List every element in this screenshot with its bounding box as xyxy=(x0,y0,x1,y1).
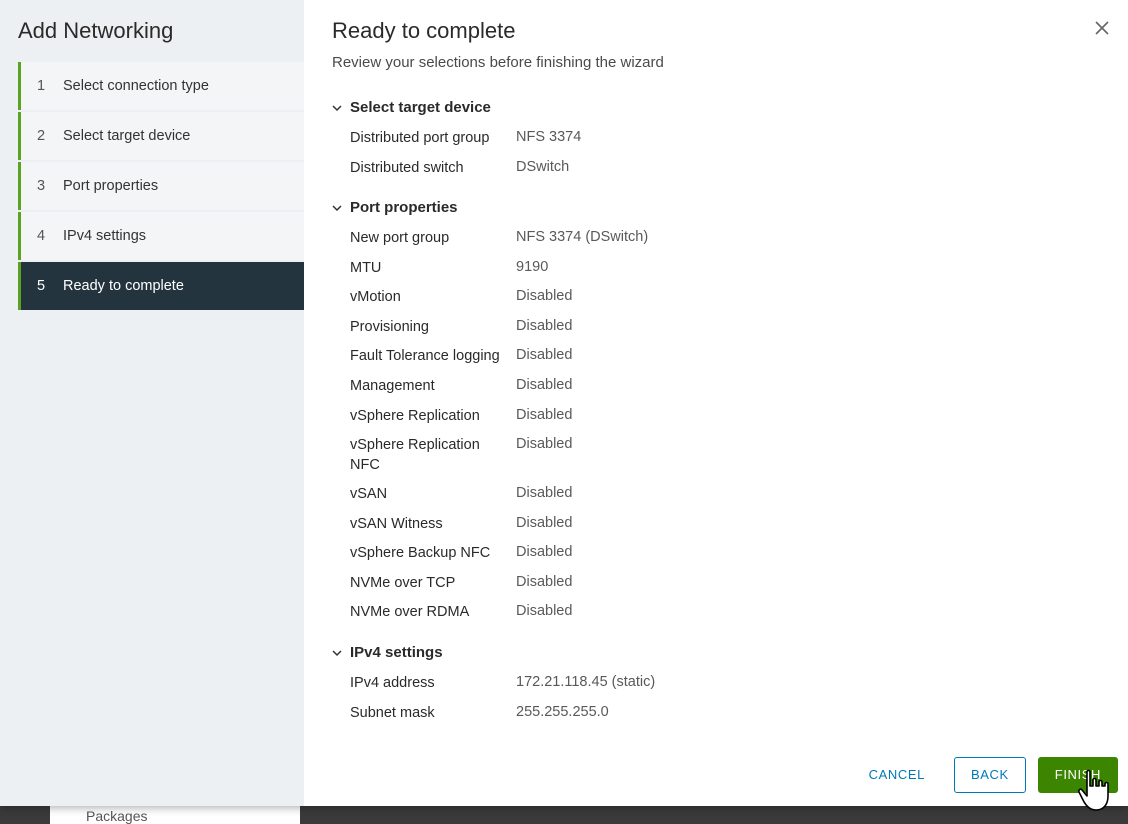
row-value: 255.255.255.0 xyxy=(516,704,609,720)
chevron-down-icon xyxy=(332,103,342,113)
section-title: Select target device xyxy=(350,99,491,116)
row-value: 9190 xyxy=(516,259,548,275)
cancel-button[interactable]: CANCEL xyxy=(852,757,942,793)
row-value: Disabled xyxy=(516,347,572,363)
page-subtitle: Review your selections before finishing … xyxy=(332,54,1100,71)
summary-row: vSphere ReplicationDisabled xyxy=(332,402,1100,432)
row-label: vSphere Replication xyxy=(350,407,516,427)
row-value: NFS 3374 (DSwitch) xyxy=(516,229,648,245)
row-label: vSAN Witness xyxy=(350,515,516,535)
row-value: Disabled xyxy=(516,515,572,531)
back-button[interactable]: BACK xyxy=(954,757,1026,793)
row-label: Distributed switch xyxy=(350,159,516,179)
summary-row: Fault Tolerance loggingDisabled xyxy=(332,342,1100,372)
summary-row: Subnet mask255.255.255.0 xyxy=(332,699,1100,729)
step-ready-complete[interactable]: 5 Ready to complete xyxy=(18,262,304,310)
summary-row: vSANDisabled xyxy=(332,480,1100,510)
step-label: Select target device xyxy=(63,128,190,144)
section-title: IPv4 settings xyxy=(350,644,443,661)
section-title: Port properties xyxy=(350,199,458,216)
summary-row: MTU9190 xyxy=(332,254,1100,284)
row-label: vSphere Backup NFC xyxy=(350,544,516,564)
wizard-steps: 1 Select connection type 2 Select target… xyxy=(0,62,304,310)
step-label: Select connection type xyxy=(63,78,209,94)
backdrop-packages-label: Packages xyxy=(86,808,147,824)
chevron-down-icon xyxy=(332,203,342,213)
row-label: Management xyxy=(350,377,516,397)
row-label: NVMe over RDMA xyxy=(350,603,516,623)
row-value: Disabled xyxy=(516,603,572,619)
step-label: Ready to complete xyxy=(63,278,184,294)
summary-row: vSAN WitnessDisabled xyxy=(332,510,1100,540)
step-ipv4-settings[interactable]: 4 IPv4 settings xyxy=(18,212,304,260)
main-header: Ready to complete Review your selections… xyxy=(304,18,1128,83)
wizard-main: Ready to complete Review your selections… xyxy=(304,0,1128,806)
page-title: Ready to complete xyxy=(332,18,1100,44)
row-value: Disabled xyxy=(516,544,572,560)
step-number: 2 xyxy=(37,128,57,144)
row-label: Fault Tolerance logging xyxy=(350,347,516,367)
wizard-footer: CANCEL BACK FINISH xyxy=(304,742,1128,806)
summary-row: vMotionDisabled xyxy=(332,283,1100,313)
row-label: vMotion xyxy=(350,288,516,308)
row-value: Disabled xyxy=(516,436,572,452)
section-port-properties: Port properties New port groupNFS 3374 (… xyxy=(332,199,1100,628)
row-label: New port group xyxy=(350,229,516,249)
row-label: vSphere Replication NFC xyxy=(350,436,516,475)
row-value: 172.21.118.45 (static) xyxy=(516,674,655,690)
step-number: 1 xyxy=(37,78,57,94)
section-ipv4-settings: IPv4 settings IPv4 address172.21.118.45 … xyxy=(332,644,1100,728)
summary-row: New port groupNFS 3374 (DSwitch) xyxy=(332,224,1100,254)
row-label: Distributed port group xyxy=(350,129,516,149)
row-value: Disabled xyxy=(516,288,572,304)
row-value: Disabled xyxy=(516,407,572,423)
row-label: MTU xyxy=(350,259,516,279)
section-target-device: Select target device Distributed port gr… xyxy=(332,99,1100,183)
row-value: DSwitch xyxy=(516,159,569,175)
summary-row: ProvisioningDisabled xyxy=(332,313,1100,343)
summary-row: vSphere Backup NFCDisabled xyxy=(332,539,1100,569)
summary-row: ManagementDisabled xyxy=(332,372,1100,402)
step-connection-type[interactable]: 1 Select connection type xyxy=(18,62,304,110)
step-port-properties[interactable]: 3 Port properties xyxy=(18,162,304,210)
section-toggle-target[interactable]: Select target device xyxy=(332,99,1100,116)
step-label: IPv4 settings xyxy=(63,228,146,244)
backdrop-panel: Packages xyxy=(50,806,300,824)
wizard-title: Add Networking xyxy=(0,18,304,62)
summary-row: Distributed switch DSwitch xyxy=(332,154,1100,184)
row-label: Provisioning xyxy=(350,318,516,338)
row-label: vSAN xyxy=(350,485,516,505)
row-label: IPv4 address xyxy=(350,674,516,694)
step-number: 3 xyxy=(37,178,57,194)
chevron-down-icon xyxy=(332,648,342,658)
step-target-device[interactable]: 2 Select target device xyxy=(18,112,304,160)
close-button[interactable] xyxy=(1086,14,1118,46)
section-toggle-ipv4[interactable]: IPv4 settings xyxy=(332,644,1100,661)
wizard-sidebar: Add Networking 1 Select connection type … xyxy=(0,0,304,806)
section-toggle-port[interactable]: Port properties xyxy=(332,199,1100,216)
step-number: 5 xyxy=(37,278,57,294)
summary-row: NVMe over TCPDisabled xyxy=(332,569,1100,599)
row-value: Disabled xyxy=(516,377,572,393)
row-value: NFS 3374 xyxy=(516,129,581,145)
summary-row: NVMe over RDMADisabled xyxy=(332,598,1100,628)
summary-content: Select target device Distributed port gr… xyxy=(304,83,1128,742)
row-value: Disabled xyxy=(516,574,572,590)
finish-button[interactable]: FINISH xyxy=(1038,757,1118,793)
step-number: 4 xyxy=(37,228,57,244)
row-label: NVMe over TCP xyxy=(350,574,516,594)
close-icon xyxy=(1094,19,1110,42)
row-label: Subnet mask xyxy=(350,704,516,724)
wizard-modal: Add Networking 1 Select connection type … xyxy=(0,0,1128,806)
summary-row: IPv4 address172.21.118.45 (static) xyxy=(332,669,1100,699)
row-value: Disabled xyxy=(516,485,572,501)
summary-row: vSphere Replication NFCDisabled xyxy=(332,431,1100,480)
row-value: Disabled xyxy=(516,318,572,334)
step-label: Port properties xyxy=(63,178,158,194)
summary-row: Distributed port group NFS 3374 xyxy=(332,124,1100,154)
